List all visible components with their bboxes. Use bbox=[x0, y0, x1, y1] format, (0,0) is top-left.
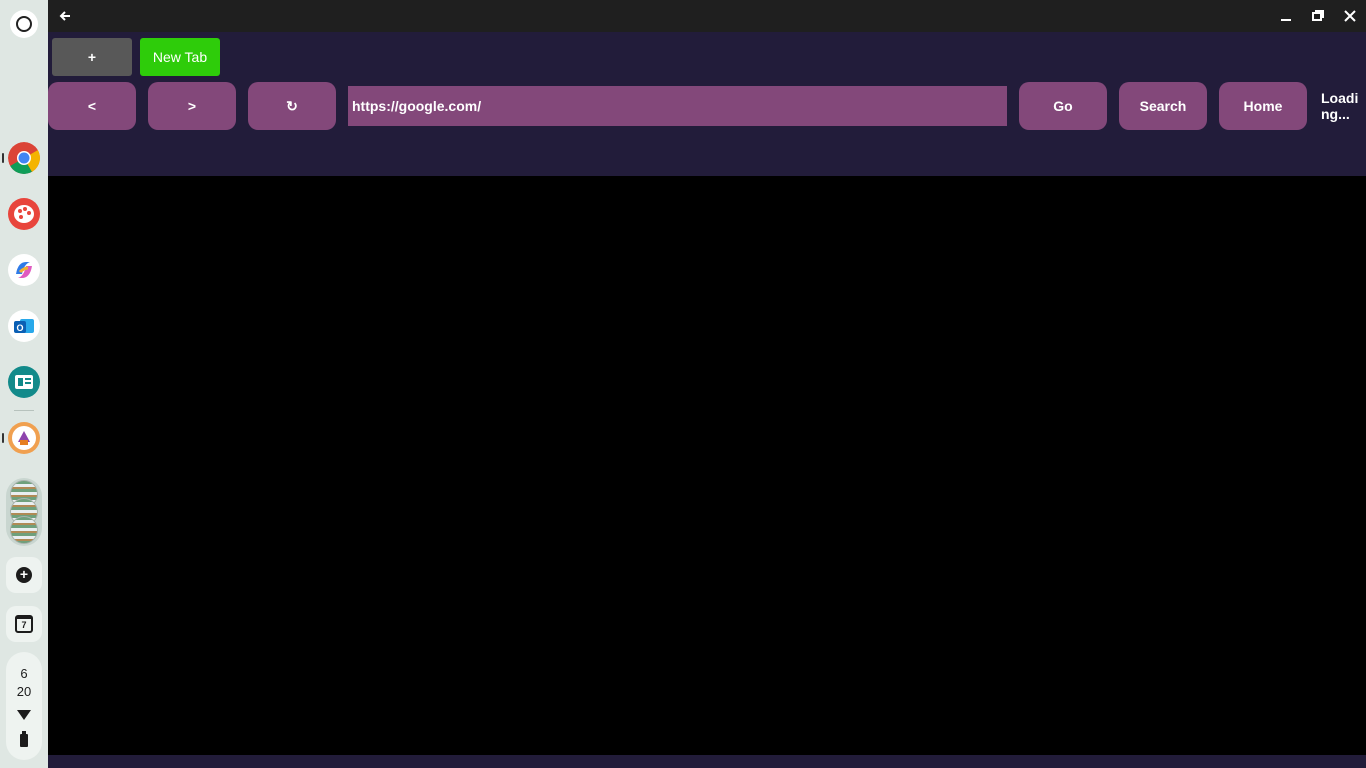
calendar-button[interactable]: 7 bbox=[6, 606, 42, 642]
svg-text:O: O bbox=[16, 323, 23, 333]
calendar-icon: 7 bbox=[15, 615, 33, 633]
go-button[interactable]: Go bbox=[1019, 82, 1107, 130]
close-icon[interactable] bbox=[1341, 7, 1359, 25]
clock-minute: 20 bbox=[16, 684, 32, 699]
running-indicator bbox=[2, 153, 4, 163]
add-tab-button[interactable]: + bbox=[52, 38, 132, 76]
shelf: O + 7 6 20 bbox=[0, 0, 48, 768]
search-button[interactable]: Search bbox=[1119, 82, 1207, 130]
forward-button[interactable]: > bbox=[148, 82, 236, 130]
paint-icon[interactable] bbox=[8, 198, 40, 230]
window-thumbnail-icon bbox=[10, 516, 38, 544]
battery-icon bbox=[20, 731, 28, 747]
running-indicator bbox=[2, 433, 4, 443]
wifi-icon bbox=[17, 710, 31, 720]
shelf-divider bbox=[14, 410, 34, 411]
back-button[interactable]: < bbox=[48, 82, 136, 130]
arrow-left-icon[interactable] bbox=[56, 7, 74, 25]
reload-button[interactable]: ↻ bbox=[248, 82, 336, 130]
window-stack[interactable] bbox=[6, 478, 42, 546]
app-icon[interactable] bbox=[8, 422, 40, 454]
new-tab-button[interactable]: New Tab bbox=[140, 38, 220, 76]
chrome-icon[interactable] bbox=[8, 142, 40, 174]
outlook-icon[interactable]: O bbox=[8, 310, 40, 342]
status-tray[interactable]: 6 20 bbox=[6, 652, 42, 760]
add-desk-button[interactable]: + bbox=[6, 557, 42, 593]
clock-hour: 6 bbox=[20, 666, 28, 681]
url-input[interactable] bbox=[348, 86, 1007, 126]
web-content-area[interactable] bbox=[48, 176, 1366, 755]
classroom-icon[interactable] bbox=[8, 366, 40, 398]
copilot-icon[interactable] bbox=[8, 254, 40, 286]
home-button[interactable]: Home bbox=[1219, 82, 1307, 130]
window-titlebar bbox=[48, 0, 1366, 32]
loading-status: Loading... bbox=[1321, 90, 1359, 122]
launcher-icon[interactable] bbox=[10, 10, 38, 38]
add-circle-icon: + bbox=[16, 567, 32, 583]
minimize-icon[interactable] bbox=[1277, 7, 1295, 25]
restore-icon[interactable] bbox=[1309, 7, 1327, 25]
bottom-bar bbox=[48, 755, 1366, 768]
